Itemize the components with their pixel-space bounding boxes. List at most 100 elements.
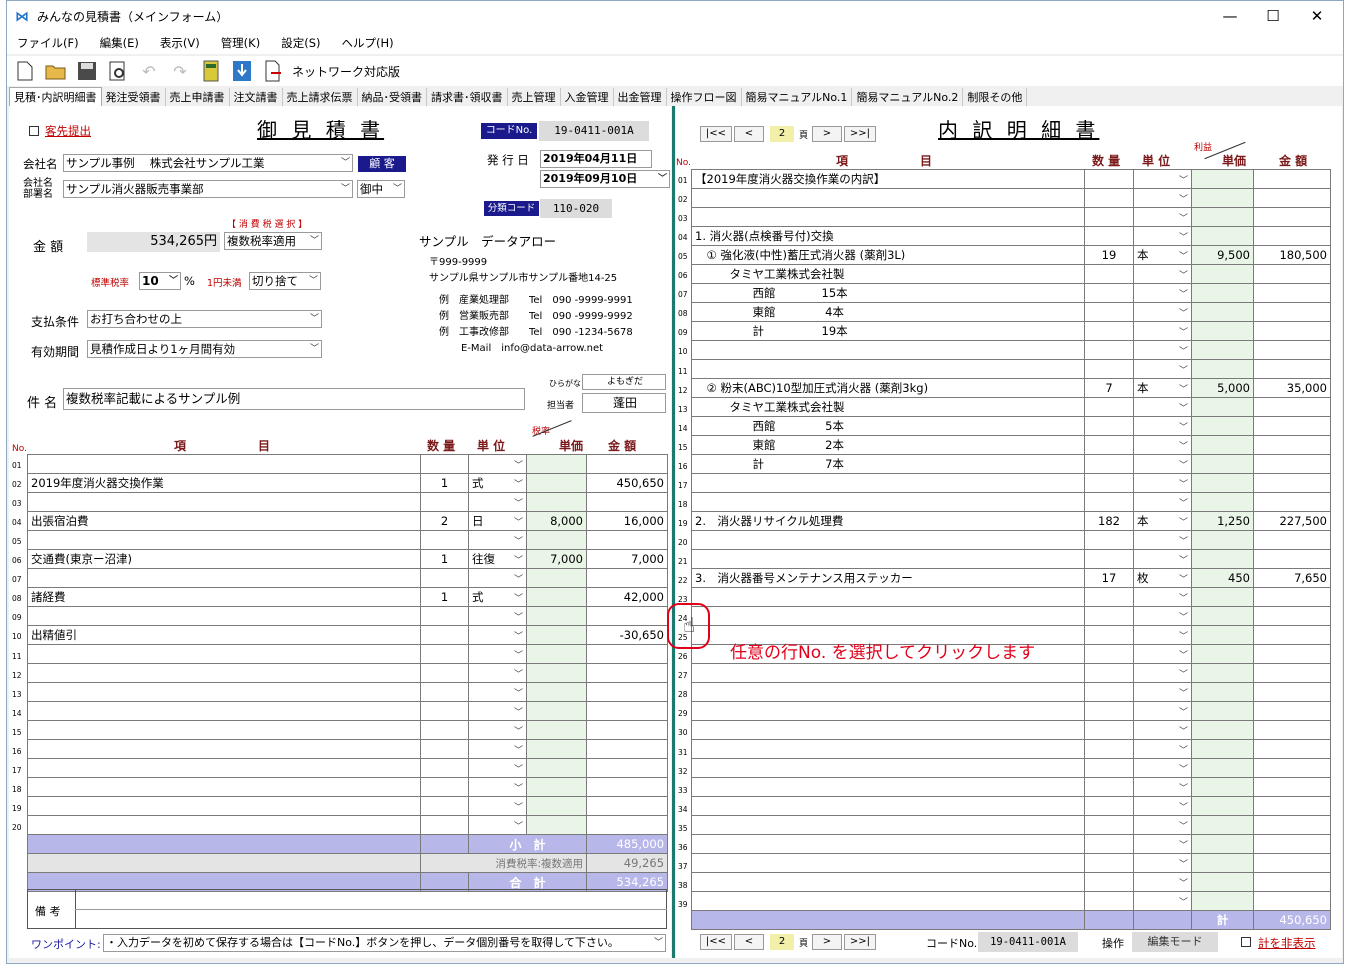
cell-qty[interactable] [420, 682, 469, 702]
dept-field[interactable]: サンプル消火器販売事業部 ﹀ [63, 180, 353, 198]
cell-item[interactable] [691, 777, 1085, 797]
cell-unit[interactable]: ﹀ [468, 606, 527, 626]
cell-amount[interactable] [586, 720, 668, 740]
calculator-icon[interactable] [199, 59, 223, 83]
cell-price[interactable]: 8,000 [526, 511, 587, 531]
cell-amount[interactable] [586, 777, 668, 797]
prev-page-button[interactable]: < [734, 126, 764, 142]
cell-unit[interactable]: 式 ﹀ [468, 587, 527, 607]
cell-amount[interactable] [1253, 720, 1331, 740]
cell-price[interactable] [526, 587, 587, 607]
cell-unit[interactable]: 本 ﹀ [1133, 245, 1192, 265]
cell-unit[interactable]: ﹀ [1133, 264, 1192, 284]
cell-qty[interactable] [420, 701, 469, 721]
cell-unit[interactable]: ﹀ [1133, 492, 1192, 512]
first-page-button[interactable]: |<< [700, 126, 732, 142]
table-row[interactable]: ﹀ [691, 359, 1331, 379]
cell-item[interactable]: ② 粉末(ABC)10型加圧式消火器 (薬剤3kg) [691, 378, 1085, 398]
cell-price[interactable] [1191, 397, 1254, 417]
row-number[interactable]: 19 [12, 804, 28, 813]
cell-price[interactable] [526, 758, 587, 778]
cell-amount[interactable]: 450,650 [586, 473, 668, 493]
cell-amount[interactable] [1253, 625, 1331, 645]
cell-amount[interactable] [1253, 853, 1331, 873]
cell-amount[interactable] [1253, 530, 1331, 550]
cell-unit[interactable]: ﹀ [468, 625, 527, 645]
cell-price[interactable] [526, 796, 587, 816]
cell-qty[interactable] [420, 530, 469, 550]
row-number[interactable]: 02 [12, 480, 28, 489]
company-field[interactable]: サンプル事例 株式会社サンプル工業 ﹀ [63, 154, 353, 172]
cell-item[interactable] [27, 815, 421, 835]
cell-price[interactable]: 1,250 [1191, 511, 1254, 531]
cell-price[interactable] [526, 606, 587, 626]
tab-manual-1[interactable]: 簡易マニュアルNo.1 [742, 88, 853, 107]
cell-item[interactable]: 東館 4本 [691, 302, 1085, 322]
cell-item[interactable]: 2. 消火器リサイクル処理費 [691, 511, 1085, 531]
table-row[interactable]: ﹀ [691, 549, 1331, 569]
cell-amount[interactable] [1253, 777, 1331, 797]
cell-price[interactable] [1191, 644, 1254, 664]
cell-amount[interactable] [1253, 454, 1331, 474]
cell-item[interactable] [691, 682, 1085, 702]
customer-button[interactable]: 顧 客 [358, 156, 406, 172]
row-number[interactable]: 20 [12, 823, 28, 832]
cell-qty[interactable] [1084, 796, 1134, 816]
cell-unit[interactable]: ﹀ [468, 701, 527, 721]
cell-qty[interactable] [1084, 625, 1134, 645]
table-row[interactable]: ﹀ [27, 454, 668, 474]
cell-item[interactable] [691, 872, 1085, 892]
cell-amount[interactable] [586, 568, 668, 588]
tab-limits[interactable]: 制限その他 [963, 88, 1028, 107]
table-row[interactable]: 東館 4本 ﹀ [691, 302, 1331, 322]
cell-price[interactable] [526, 473, 587, 493]
menu-file[interactable]: ファイル(F) [17, 35, 79, 51]
cell-unit[interactable]: ﹀ [1133, 853, 1192, 873]
row-number[interactable]: 18 [12, 785, 28, 794]
cell-item[interactable] [691, 758, 1085, 778]
cell-qty[interactable] [420, 606, 469, 626]
table-row[interactable]: 1. 消火器(点検番号付)交換 ﹀ [691, 226, 1331, 246]
row-number[interactable]: 15 [12, 728, 28, 737]
cell-unit[interactable]: ﹀ [1133, 321, 1192, 341]
cell-amount[interactable] [1253, 397, 1331, 417]
cell-item[interactable] [691, 549, 1085, 569]
minimize-button[interactable]: — [1210, 5, 1250, 27]
cell-item[interactable]: 交通費(東京ー沼津) [27, 549, 421, 569]
cell-price[interactable] [1191, 359, 1254, 379]
cell-unit[interactable]: ﹀ [1133, 473, 1192, 493]
cell-unit[interactable]: ﹀ [1133, 454, 1192, 474]
table-row[interactable]: ﹀ [691, 663, 1331, 683]
table-row[interactable]: ﹀ [27, 796, 668, 816]
row-number[interactable]: 05 [12, 537, 28, 546]
cell-unit[interactable]: ﹀ [1133, 283, 1192, 303]
cell-amount[interactable]: 180,500 [1253, 245, 1331, 265]
cell-item[interactable] [27, 701, 421, 721]
cell-price[interactable] [1191, 796, 1254, 816]
table-row[interactable]: ﹀ [691, 340, 1331, 360]
cell-qty[interactable] [1084, 891, 1134, 911]
cell-item[interactable] [27, 758, 421, 778]
cell-price[interactable] [1191, 473, 1254, 493]
cell-item[interactable] [27, 568, 421, 588]
cell-qty[interactable] [1084, 549, 1134, 569]
cell-price[interactable] [1191, 188, 1254, 208]
cell-item[interactable] [691, 359, 1085, 379]
tab-payment-in[interactable]: 入金管理 [561, 88, 614, 107]
table-row[interactable]: 出精値引 ﹀ -30,650 [27, 625, 668, 645]
cell-price[interactable] [526, 625, 587, 645]
cell-price[interactable] [1191, 663, 1254, 683]
cell-qty[interactable] [1084, 169, 1134, 189]
cell-price[interactable] [1191, 815, 1254, 835]
table-row[interactable]: ﹀ [691, 758, 1331, 778]
cell-item[interactable] [691, 891, 1085, 911]
cell-unit[interactable]: ﹀ [1133, 587, 1192, 607]
table-row[interactable]: ﹀ [691, 207, 1331, 227]
redo-icon[interactable]: ↷ [168, 59, 192, 83]
cell-amount[interactable] [1253, 815, 1331, 835]
menu-manage[interactable]: 管理(K) [221, 35, 261, 51]
onepoint-select[interactable]: ・入力データを初めて保存する場合は【コードNo.】ボタンを押し、データ個別番号を… [103, 934, 666, 952]
cell-amount[interactable] [586, 454, 668, 474]
cell-amount[interactable] [1253, 188, 1331, 208]
cell-price[interactable] [526, 663, 587, 683]
